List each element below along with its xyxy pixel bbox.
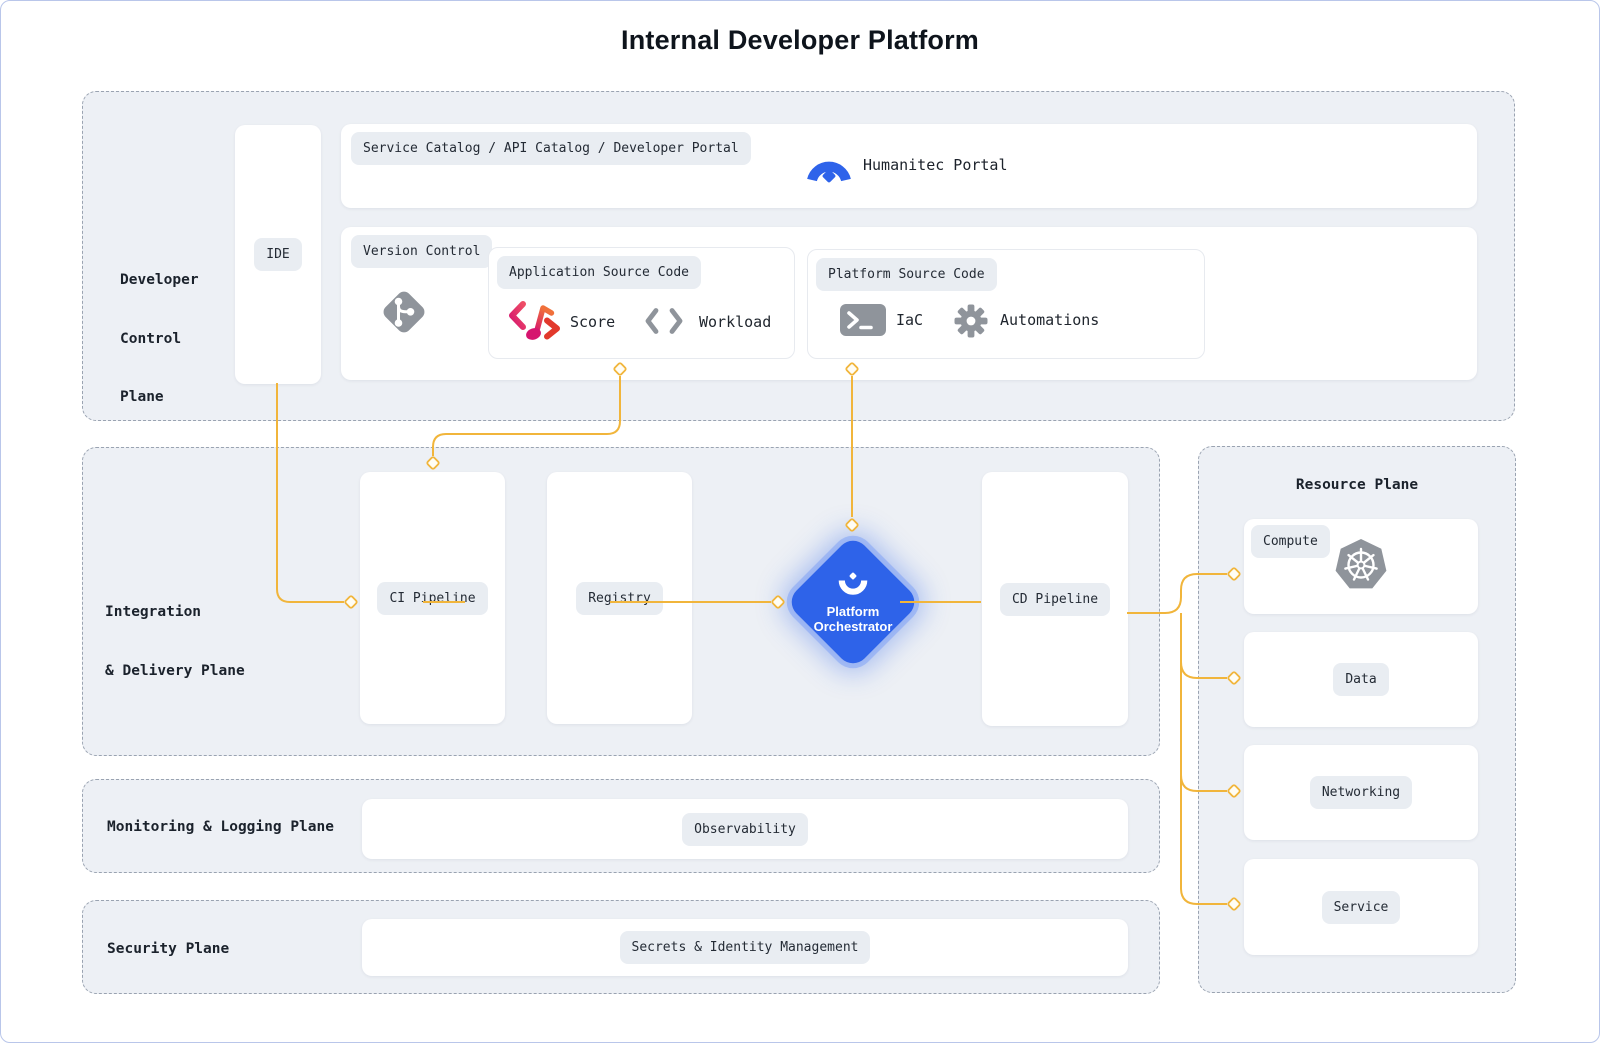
application-source-code-chip: Application Source Code: [497, 256, 701, 289]
registry-chip: Registry: [576, 582, 663, 615]
security-plane-label: Security Plane: [107, 940, 229, 960]
plane-resource: Resource Plane Compute Dat: [1198, 446, 1516, 993]
version-control-chip: Version Control: [351, 235, 492, 268]
data-box: Data: [1244, 632, 1478, 727]
code-brackets-icon: [643, 306, 685, 336]
observability-box: Observability: [362, 799, 1128, 859]
secrets-identity-chip: Secrets & Identity Management: [620, 931, 871, 964]
platform-orchestrator-node: Platform Orchestrator: [785, 534, 921, 670]
registry-box: Registry: [547, 472, 692, 724]
service-box: Service: [1244, 859, 1478, 955]
resource-plane-label: Resource Plane: [1199, 477, 1515, 493]
platform-source-code-box: Platform Source Code IaC: [807, 249, 1205, 359]
humanitec-orchestrator-icon: [835, 571, 871, 599]
score-icon: [507, 298, 563, 344]
application-source-code-box: Application Source Code Sc: [488, 247, 795, 359]
observability-chip: Observability: [682, 813, 808, 846]
service-chip: Service: [1322, 891, 1401, 924]
ci-pipeline-box: CI Pipeline: [360, 472, 505, 724]
service-catalog-chip: Service Catalog / API Catalog / Develope…: [351, 132, 751, 165]
git-icon: [378, 286, 430, 338]
ide-box: IDE: [235, 125, 321, 384]
ide-chip: IDE: [254, 238, 301, 271]
score-label: Score: [570, 315, 615, 330]
plane-security: Security Plane Secrets & Identity Manage…: [82, 900, 1160, 994]
gear-icon: [954, 304, 988, 338]
humanitec-portal: Humanitec Portal: [805, 144, 1008, 186]
humanitec-portal-label: Humanitec Portal: [863, 156, 1008, 174]
secrets-identity-box: Secrets & Identity Management: [362, 919, 1128, 976]
internal-developer-platform-diagram: Internal Developer Platform Developer Co…: [0, 0, 1600, 1043]
kubernetes-icon: [1333, 536, 1389, 594]
ci-pipeline-chip: CI Pipeline: [377, 582, 487, 615]
integration-delivery-plane-label: Integration & Delivery Plane: [105, 564, 245, 720]
automations-label: Automations: [1000, 313, 1099, 328]
iac-label: IaC: [896, 313, 923, 328]
service-catalog-box: Service Catalog / API Catalog / Develope…: [341, 124, 1477, 208]
plane-developer-control: Developer Control Plane IDE Service Cata…: [82, 91, 1515, 421]
data-chip: Data: [1333, 663, 1388, 696]
version-control-box: Version Control Application Source Code: [341, 227, 1477, 380]
platform-source-code-chip: Platform Source Code: [816, 258, 997, 291]
humanitec-portal-logo-icon: [805, 144, 853, 186]
plane-monitoring-logging: Monitoring & Logging Plane Observability: [82, 779, 1160, 873]
cd-pipeline-chip: CD Pipeline: [1000, 583, 1110, 616]
compute-box: Compute: [1244, 519, 1478, 614]
terminal-icon: [840, 304, 886, 336]
workload-label: Workload: [699, 315, 771, 330]
developer-control-plane-label: Developer Control Plane: [120, 232, 199, 447]
plane-integration-delivery: Integration & Delivery Plane CI Pipeline…: [82, 447, 1160, 756]
platform-orchestrator-label: Platform Orchestrator: [814, 604, 893, 634]
monitoring-logging-plane-label: Monitoring & Logging Plane: [107, 818, 334, 838]
page-title: Internal Developer Platform: [1, 25, 1599, 56]
compute-chip: Compute: [1251, 525, 1330, 558]
networking-chip: Networking: [1310, 776, 1412, 809]
cd-pipeline-box: CD Pipeline: [982, 472, 1128, 726]
networking-box: Networking: [1244, 745, 1478, 840]
